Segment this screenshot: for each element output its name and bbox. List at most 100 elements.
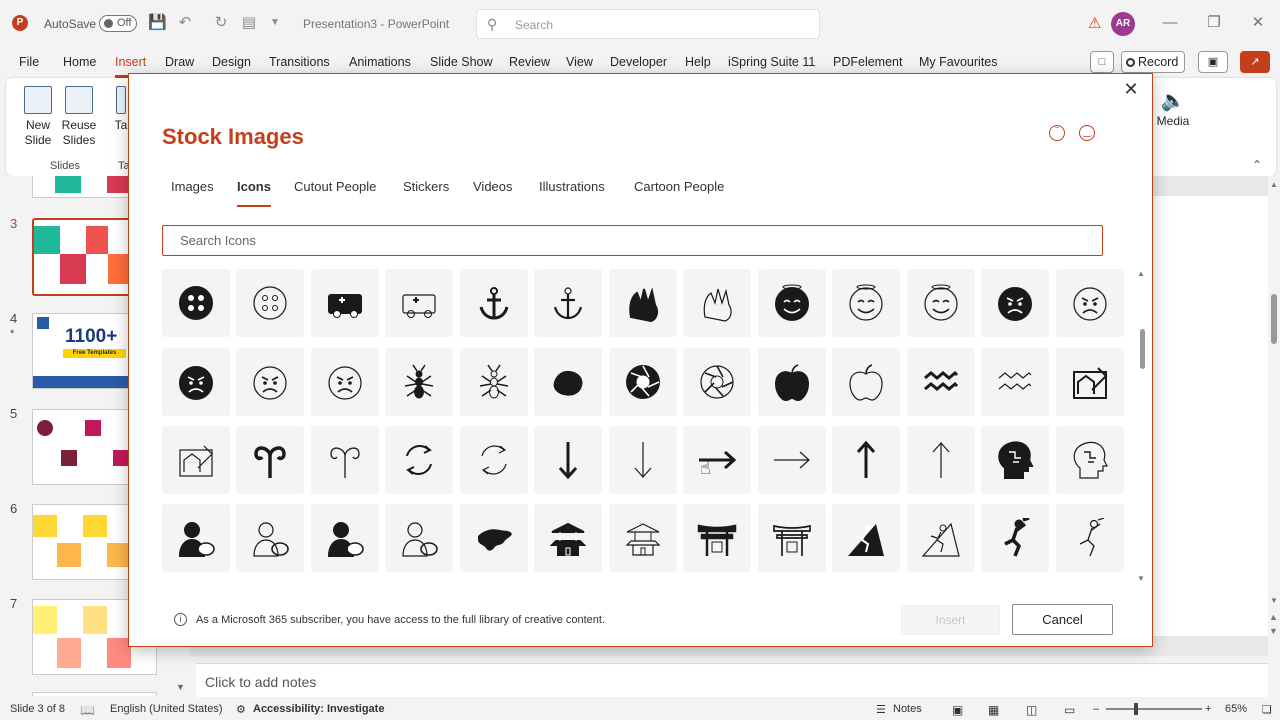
comments-button[interactable]: □ <box>1090 51 1114 73</box>
tab-stickers[interactable]: Stickers <box>403 179 449 194</box>
icon-tile[interactable] <box>832 348 900 416</box>
zoom-level[interactable]: 65% <box>1225 703 1247 715</box>
icon-tile[interactable] <box>311 348 379 416</box>
icon-tile[interactable] <box>683 269 751 337</box>
icon-tile[interactable] <box>460 269 528 337</box>
icon-tile[interactable] <box>1056 269 1124 337</box>
icon-tile[interactable] <box>683 426 751 494</box>
icon-tile[interactable] <box>385 426 453 494</box>
icon-tile[interactable] <box>981 504 1049 572</box>
reuse-slides-button[interactable]: Reuse Slides <box>60 86 98 148</box>
customize-qat-icon[interactable]: ▼ <box>266 13 284 33</box>
icon-tile[interactable] <box>832 269 900 337</box>
icon-tile[interactable] <box>311 504 379 572</box>
icon-tile[interactable] <box>758 426 826 494</box>
record-button[interactable]: Record <box>1121 51 1185 73</box>
cancel-button[interactable]: Cancel <box>1012 604 1113 635</box>
zoom-in-icon[interactable]: + <box>1205 703 1211 715</box>
insert-button[interactable]: Insert <box>901 605 1000 635</box>
icon-tile[interactable] <box>236 504 304 572</box>
normal-view-icon[interactable]: ▣ <box>952 703 963 717</box>
accessibility-label[interactable]: Accessibility: Investigate <box>253 703 384 715</box>
icon-tile[interactable] <box>683 504 751 572</box>
icon-tile[interactable] <box>534 426 602 494</box>
icon-tile[interactable] <box>236 269 304 337</box>
icon-tile[interactable] <box>907 426 975 494</box>
smile-icon[interactable]: ‾ <box>1049 125 1065 141</box>
icon-tile[interactable] <box>460 348 528 416</box>
present-teams-button[interactable]: ▣ <box>1198 51 1228 73</box>
icon-tile[interactable] <box>385 348 453 416</box>
icon-tile[interactable] <box>1056 504 1124 572</box>
thumbs-scroll-down-icon[interactable]: ▼ <box>176 682 185 692</box>
icon-tile[interactable] <box>534 348 602 416</box>
menu-help[interactable]: Help <box>685 55 711 69</box>
menu-home[interactable]: Home <box>63 55 96 69</box>
tab-illustrations[interactable]: Illustrations <box>539 179 605 194</box>
icon-tile[interactable] <box>832 504 900 572</box>
tab-images[interactable]: Images <box>171 179 214 194</box>
icon-tile[interactable] <box>534 504 602 572</box>
menu-animations[interactable]: Animations <box>349 55 411 69</box>
icon-tile[interactable] <box>311 269 379 337</box>
menu-transitions[interactable]: Transitions <box>269 55 330 69</box>
close-window-icon[interactable]: ✕ <box>1248 12 1268 34</box>
notes-toggle[interactable]: Notes <box>893 703 922 715</box>
icon-tile[interactable] <box>609 348 677 416</box>
menu-design[interactable]: Design <box>212 55 251 69</box>
slide-thumb-8[interactable] <box>32 692 157 696</box>
tab-cartoon-people[interactable]: Cartoon People <box>634 179 724 194</box>
tab-cutout-people[interactable]: Cutout People <box>294 179 376 194</box>
icon-tile[interactable] <box>534 269 602 337</box>
icon-tile[interactable] <box>162 426 230 494</box>
icon-tile[interactable] <box>683 348 751 416</box>
autosave-toggle[interactable]: Off <box>99 15 137 32</box>
table-button[interactable]: Ta <box>114 86 128 133</box>
menu-pdfelement[interactable]: PDFelement <box>833 55 902 69</box>
zoom-slider-thumb[interactable] <box>1134 703 1138 715</box>
icon-tile[interactable] <box>609 426 677 494</box>
icon-tile[interactable] <box>609 504 677 572</box>
new-slide-button[interactable]: New Slide <box>18 86 58 148</box>
next-slide-icon[interactable]: ▼ <box>1269 626 1278 636</box>
notes-pane[interactable]: Click to add notes <box>196 663 1268 697</box>
reading-view-icon[interactable]: ◫ <box>1026 703 1037 717</box>
menu-review[interactable]: Review <box>509 55 550 69</box>
grid-scroll-up-icon[interactable]: ▲ <box>1137 269 1145 278</box>
fit-slide-icon[interactable]: ❏ <box>1262 703 1272 716</box>
slide-canvas[interactable] <box>1150 196 1268 636</box>
icon-grid-scrollbar[interactable]: ▲ ▼ <box>1137 269 1147 584</box>
scroll-thumb[interactable] <box>1271 294 1277 344</box>
icon-tile[interactable] <box>758 504 826 572</box>
present-from-start-icon[interactable]: ▤ <box>240 13 258 33</box>
collapse-ribbon-icon[interactable]: ⌃ <box>1252 158 1262 172</box>
tab-videos[interactable]: Videos <box>473 179 513 194</box>
icon-search-input[interactable] <box>162 225 1103 256</box>
editor-scrollbar[interactable]: ▲ ▼ ▲ ▼ <box>1268 176 1280 656</box>
grid-scroll-down-icon[interactable]: ▼ <box>1137 574 1145 583</box>
icon-tile[interactable] <box>1056 426 1124 494</box>
icon-tile[interactable] <box>758 348 826 416</box>
menu-slide-show[interactable]: Slide Show <box>430 55 493 69</box>
accessibility-icon[interactable]: ⚙ <box>236 703 246 716</box>
tab-icons[interactable]: Icons <box>237 179 271 207</box>
icon-tile[interactable] <box>385 269 453 337</box>
save-icon[interactable]: 💾 <box>148 13 167 33</box>
icon-tile[interactable] <box>460 504 528 572</box>
icon-tile[interactable] <box>609 269 677 337</box>
scroll-up-icon[interactable]: ▲ <box>1270 180 1278 189</box>
search-input[interactable]: ⚲ Search <box>476 9 820 39</box>
grid-scroll-thumb[interactable] <box>1140 329 1145 369</box>
menu-insert[interactable]: Insert <box>115 55 147 78</box>
icon-tile[interactable] <box>236 426 304 494</box>
icon-tile[interactable] <box>460 426 528 494</box>
slideshow-view-icon[interactable]: ▭ <box>1064 703 1075 717</box>
frown-icon[interactable]: ‿ <box>1079 125 1095 141</box>
icon-tile[interactable] <box>758 269 826 337</box>
icon-tile[interactable] <box>832 426 900 494</box>
spellcheck-icon[interactable]: 📖 <box>80 703 95 717</box>
minimize-icon[interactable]: — <box>1160 12 1180 34</box>
icon-tile[interactable] <box>981 269 1049 337</box>
prev-slide-icon[interactable]: ▲ <box>1269 612 1278 622</box>
menu-draw[interactable]: Draw <box>165 55 194 69</box>
